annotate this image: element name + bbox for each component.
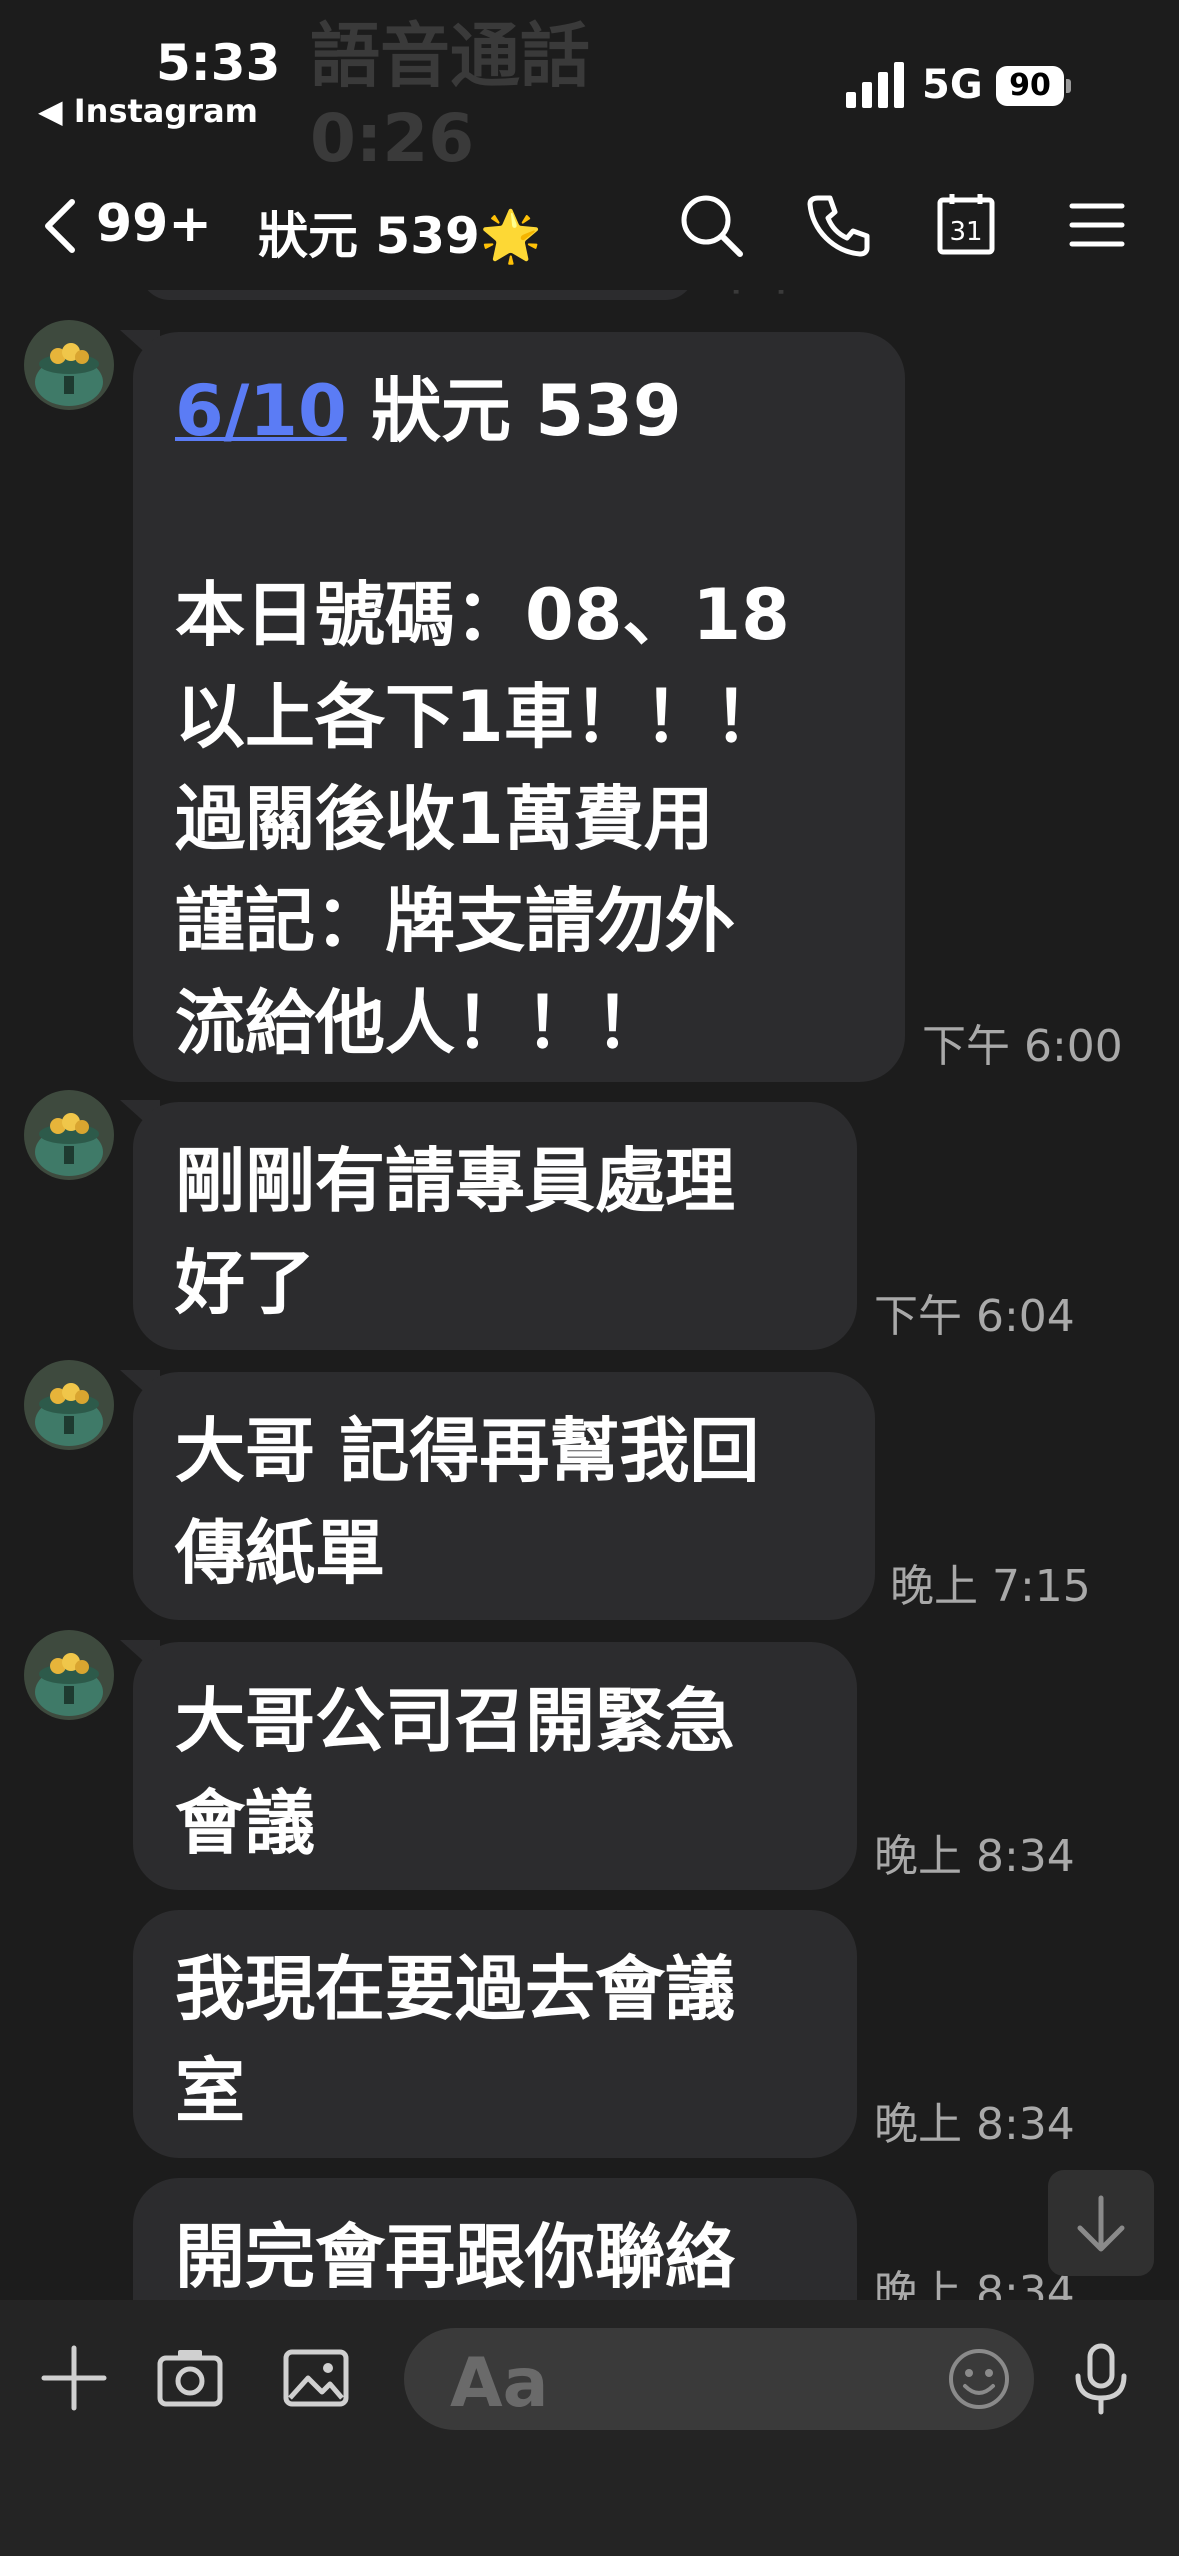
date-link[interactable]: 6/10 <box>175 370 347 452</box>
calendar-icon[interactable]: 31 <box>932 190 1002 260</box>
phone-call-icon[interactable] <box>804 190 874 260</box>
message-text: 剛剛有請專員處理 好了 <box>175 1140 735 1324</box>
unread-count[interactable]: 99+ <box>96 194 212 254</box>
svg-text:31: 31 <box>949 217 982 247</box>
message-bubble[interactable]: 大哥公司召開緊急 會議 <box>133 1642 857 1890</box>
image-gallery-icon[interactable] <box>278 2340 354 2416</box>
message-text: 本日號碼：08、18 以上各下1車！！！ 過關後收1萬費用 謹記：牌支請勿外 流… <box>175 574 790 1064</box>
status-time: 5:33 <box>156 34 281 92</box>
message-heading: 狀元 539 <box>346 370 682 452</box>
avatar[interactable] <box>24 1630 114 1720</box>
message-text: 大哥 記得再幫我回 傳紙單 <box>175 1410 760 1594</box>
chat-title[interactable]: 狀元 539🌟 <box>258 196 542 268</box>
message-bubble[interactable]: 6/10 狀元 539 本日號碼：08、18 以上各下1車！！！ 過關後收1萬費… <box>133 332 905 1082</box>
scroll-to-bottom-button[interactable] <box>1048 2170 1154 2276</box>
ghost-timestamp: 下午 5:58 <box>715 290 928 302</box>
message-bubble[interactable]: 大哥 記得再幫我回 傳紙單 <box>133 1372 875 1620</box>
avatar[interactable] <box>24 320 114 410</box>
message-bubble[interactable]: 我現在要過去會議 室 <box>133 1910 857 2158</box>
battery-icon: 90 <box>996 66 1072 106</box>
message-input[interactable]: Aa <box>404 2328 1034 2430</box>
search-icon[interactable] <box>676 190 746 260</box>
emoji-icon[interactable] <box>946 2346 1012 2412</box>
message-text: 我現在要過去會議 室 <box>175 1948 735 2132</box>
avatar[interactable] <box>24 1090 114 1180</box>
cell-signal-icon <box>846 62 904 108</box>
back-to-app-link[interactable]: ◀ Instagram <box>38 92 258 130</box>
message-timestamp: 晚上 8:34 <box>874 1831 1075 1882</box>
message-text: 開完會再跟你聯絡 <box>175 2216 735 2298</box>
plus-icon[interactable] <box>36 2340 112 2416</box>
battery-level: 90 <box>1009 68 1051 103</box>
camera-icon[interactable] <box>152 2340 228 2416</box>
message-input-placeholder: Aa <box>450 2344 549 2423</box>
status-bar: 5:33 ◀ Instagram 5G 90 <box>0 0 1179 150</box>
arrow-down-icon <box>1077 2195 1125 2252</box>
gold-pot-avatar-icon <box>24 1360 114 1450</box>
message-timestamp: 晚上 7:15 <box>890 1561 1091 1612</box>
gold-pot-avatar-icon <box>24 320 114 410</box>
gold-pot-avatar-icon <box>24 1090 114 1180</box>
message-timestamp: 晚上 8:34 <box>874 2267 1075 2300</box>
message-timestamp: 下午 6:04 <box>874 1291 1075 1342</box>
avatar[interactable] <box>24 1360 114 1450</box>
message-timestamp: 下午 6:00 <box>922 1021 1123 1072</box>
gold-pot-avatar-icon <box>24 1630 114 1720</box>
message-bubble[interactable]: 剛剛有請專員處理 好了 <box>133 1102 857 1350</box>
microphone-icon[interactable] <box>1066 2340 1136 2416</box>
menu-icon[interactable] <box>1062 190 1132 260</box>
chat-header: 99+ 狀元 539🌟 31 <box>0 180 1179 270</box>
message-text: 大哥公司召開緊急 會議 <box>175 1680 735 1864</box>
message-bubble[interactable]: 開完會再跟你聯絡 <box>133 2178 857 2300</box>
network-type: 5G <box>922 62 983 108</box>
message-input-bar: Aa <box>0 2300 1179 2556</box>
message-timestamp: 晚上 8:34 <box>874 2099 1075 2150</box>
previous-message-bubble <box>140 290 695 300</box>
back-chevron-icon[interactable] <box>40 196 80 256</box>
chat-messages[interactable]: 下午 5:58 6/10 狀元 539 本日號碼：08、18 以上各下1車！！！… <box>0 290 1179 2300</box>
